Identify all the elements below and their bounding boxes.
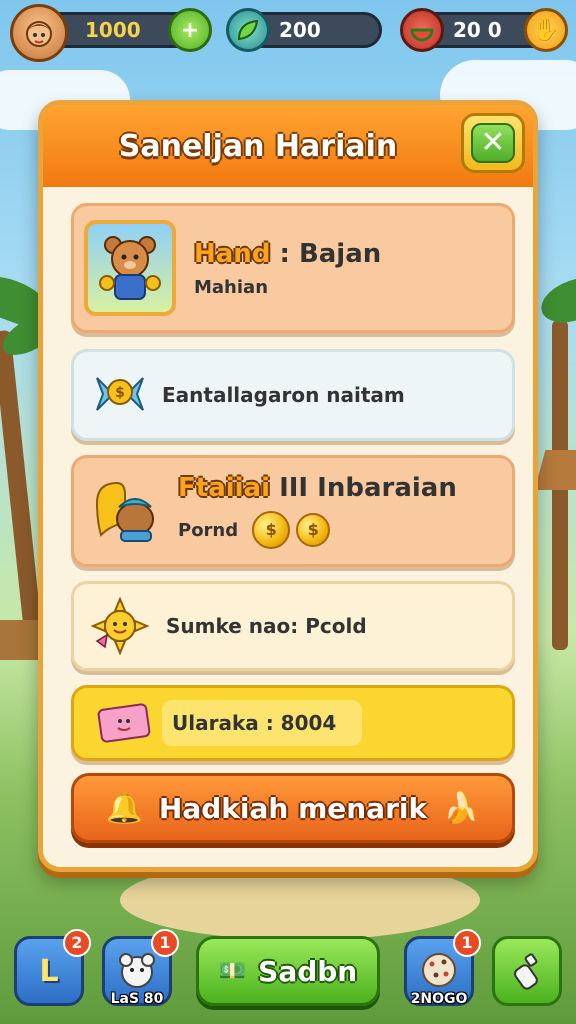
palm-leaf bbox=[535, 269, 576, 331]
banana-icon: 🍌 bbox=[443, 790, 481, 826]
bottle-icon bbox=[514, 953, 538, 990]
reward-icon-wrap bbox=[90, 473, 162, 549]
hero-card-text: Hand : Bajan Mahian bbox=[194, 239, 381, 298]
fruit-icon bbox=[410, 28, 434, 42]
nav-pets-button[interactable]: 1 LaS 80 bbox=[102, 929, 179, 1007]
pets-caption: LaS 80 bbox=[110, 991, 164, 1007]
dirt-path bbox=[120, 860, 480, 940]
task-card-text: Eantallagaron naitam bbox=[162, 383, 405, 407]
quest-card-progress[interactable]: Ularaka : 8004 bbox=[71, 685, 515, 761]
cookie-caption: 2NOGO bbox=[410, 991, 468, 1007]
fence bbox=[0, 620, 40, 660]
claim-reward-button[interactable]: 🔔 Hadkiah menarik 🍌 bbox=[71, 773, 515, 843]
progress-label-bg: Ularaka : 8004 bbox=[162, 700, 363, 746]
hand-icon: ✋ bbox=[532, 17, 560, 43]
close-icon: ✕ bbox=[471, 123, 515, 163]
gem-icon bbox=[226, 8, 270, 52]
notification-badge: 2 bbox=[63, 929, 91, 957]
svg-text:$: $ bbox=[115, 385, 125, 401]
progress-card-text: Ularaka : 8004 bbox=[172, 711, 337, 735]
task-icon-wrap: $ bbox=[90, 370, 150, 420]
sun-card-text: Sumke nao: Pcold bbox=[166, 614, 367, 638]
reward-card-title-highlight: Ftaiiai bbox=[178, 473, 271, 503]
add-energy-button[interactable]: ✋ bbox=[524, 8, 568, 52]
panel-title: Saneljan Hariain bbox=[118, 128, 398, 164]
reward-card-subtitle: Pornd bbox=[178, 519, 239, 541]
close-button[interactable]: ✕ bbox=[461, 113, 525, 173]
trophy-character-icon bbox=[95, 481, 154, 542]
hero-face-icon bbox=[26, 21, 52, 47]
bow-coin-icon: $ bbox=[96, 377, 144, 411]
cookie-icon bbox=[422, 953, 456, 987]
sun-icon bbox=[91, 597, 149, 655]
watermelon-icon bbox=[400, 8, 444, 52]
reward-card-text: Ftaiiai III Inbaraian Pornd $ $ bbox=[178, 473, 457, 549]
claim-reward-label: Hadkiah menarik bbox=[158, 791, 428, 825]
panel-header: Saneljan Hariain bbox=[43, 105, 533, 187]
coin-icon: $ bbox=[296, 513, 331, 547]
main-action-label: Sadbn bbox=[258, 954, 358, 988]
reward-card-title: III Inbaraian bbox=[279, 473, 457, 503]
bell-icon: 🔔 bbox=[105, 790, 143, 826]
quest-card-reward[interactable]: Ftaiiai III Inbaraian Pornd $ $ bbox=[71, 455, 515, 567]
hero-card-title: : Bajan bbox=[279, 238, 382, 269]
hero-card-title-highlight: Hand bbox=[194, 238, 271, 269]
pet-icon bbox=[119, 953, 155, 988]
palm-tree-trunk bbox=[0, 329, 42, 631]
quest-card-sun[interactable]: Sumke nao: Pcold bbox=[71, 581, 515, 671]
notification-badge: 1 bbox=[453, 929, 481, 957]
player-avatar[interactable] bbox=[10, 4, 68, 62]
sun-icon-wrap bbox=[90, 597, 150, 655]
hero-card-subtitle: Mahian bbox=[194, 276, 269, 298]
add-coins-button[interactable]: + bbox=[168, 8, 212, 52]
nav-leaderboard-button[interactable]: L 2 bbox=[14, 929, 91, 1006]
notification-badge: 1 bbox=[151, 929, 179, 957]
cash-icon: 💵 bbox=[218, 958, 247, 984]
plus-icon: + bbox=[180, 17, 200, 43]
hut-roof bbox=[534, 450, 576, 490]
bear-character-icon bbox=[99, 236, 161, 300]
coin-icon: $ bbox=[252, 511, 291, 549]
quest-card-task[interactable]: $ Eantallagaron naitam bbox=[71, 349, 515, 441]
nav-tools-button[interactable] bbox=[492, 936, 562, 1006]
ticket-icon bbox=[97, 703, 151, 743]
hero-portrait bbox=[84, 220, 176, 316]
daily-quest-panel: Saneljan Hariain ✕ Hand : Bajan Mahian $… bbox=[38, 100, 538, 872]
quest-card-hero[interactable]: Hand : Bajan Mahian bbox=[71, 203, 515, 333]
main-action-button[interactable]: 💵 Sadbn bbox=[196, 936, 380, 1006]
leaf-gem-icon bbox=[237, 19, 259, 41]
nav-cookie-button[interactable]: 1 2NOGO bbox=[404, 929, 481, 1007]
ticket-icon-wrap bbox=[96, 701, 152, 745]
letter-l-icon: L bbox=[39, 953, 59, 989]
